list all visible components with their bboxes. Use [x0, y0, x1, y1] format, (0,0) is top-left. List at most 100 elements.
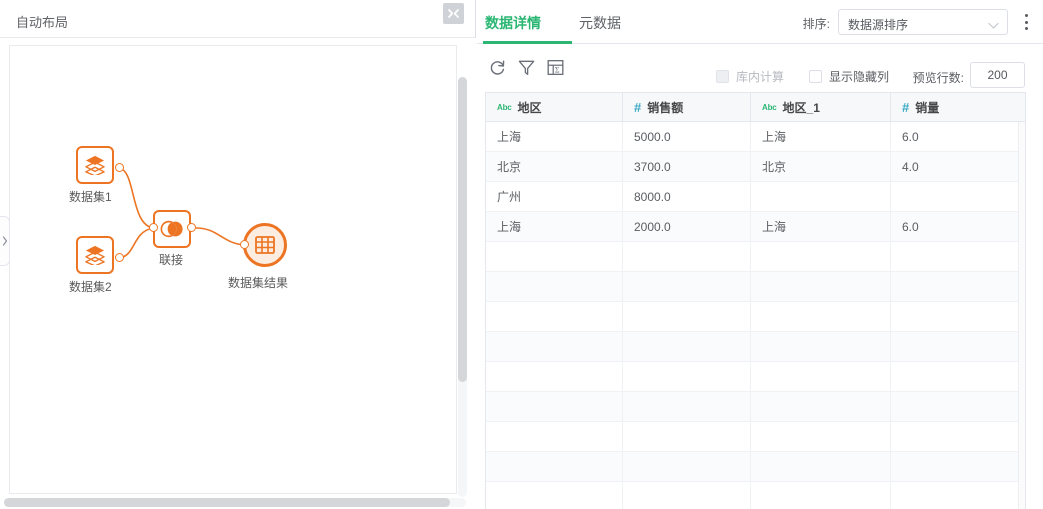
tab-metadata[interactable]: 元数据 — [579, 13, 621, 33]
collapse-inward-icon[interactable] — [443, 3, 464, 24]
checkbox-box[interactable] — [716, 70, 729, 83]
table-row[interactable] — [486, 482, 1025, 509]
table-cell[interactable] — [751, 302, 891, 331]
data-grid-body[interactable]: 上海5000.0上海6.0北京3700.0北京4.0广州8000.0上海2000… — [486, 122, 1025, 509]
refresh-icon[interactable] — [488, 58, 508, 78]
table-row[interactable]: 上海5000.0上海6.0 — [486, 122, 1025, 152]
table-cell[interactable] — [486, 272, 623, 301]
table-cell[interactable] — [486, 482, 623, 509]
table-row[interactable] — [486, 272, 1025, 302]
column-header-quantity[interactable]: # 销量 — [891, 93, 1025, 121]
left-sidebar-expand-handle[interactable] — [0, 216, 10, 266]
table-cell[interactable] — [486, 332, 623, 361]
table-cell[interactable] — [891, 182, 1025, 211]
preview-rows-input[interactable]: 200 — [970, 62, 1025, 88]
checkbox-show-hidden-columns[interactable]: 显示隐藏列 — [809, 68, 889, 85]
table-cell[interactable] — [486, 452, 623, 481]
graph-canvas[interactable]: 数据集1 数据集2 — [0, 38, 476, 509]
canvas-vertical-scrollbar[interactable] — [458, 77, 467, 497]
graph-port-join-in[interactable] — [149, 223, 158, 232]
table-cell[interactable]: 6.0 — [891, 122, 1025, 151]
table-cell[interactable]: 2000.0 — [623, 212, 751, 241]
graph-port-dataset1-out[interactable] — [115, 163, 124, 172]
table-row[interactable] — [486, 392, 1025, 422]
canvas-horizontal-scrollbar[interactable] — [4, 498, 466, 507]
auto-layout-button[interactable]: 自动布局 — [16, 12, 68, 31]
table-cell[interactable] — [486, 242, 623, 271]
column-header-region[interactable]: Abc 地区 — [486, 93, 623, 121]
filter-icon[interactable] — [517, 58, 537, 78]
graph-node-join[interactable] — [153, 210, 191, 248]
table-cell[interactable]: 8000.0 — [623, 182, 751, 211]
table-cell[interactable] — [751, 182, 891, 211]
table-cell[interactable]: 3700.0 — [623, 152, 751, 181]
table-cell[interactable]: 上海 — [751, 122, 891, 151]
table-cell[interactable]: 上海 — [486, 122, 623, 151]
graph-board[interactable]: 数据集1 数据集2 — [9, 45, 457, 494]
table-row[interactable] — [486, 452, 1025, 482]
more-vertical-icon[interactable] — [1018, 12, 1034, 32]
table-row[interactable]: 广州8000.0 — [486, 182, 1025, 212]
table-row[interactable] — [486, 362, 1025, 392]
table-cell[interactable] — [623, 362, 751, 391]
table-cell[interactable]: 北京 — [486, 152, 623, 181]
table-row[interactable] — [486, 302, 1025, 332]
table-cell[interactable] — [751, 332, 891, 361]
table-cell[interactable] — [623, 482, 751, 509]
table-cell[interactable] — [623, 242, 751, 271]
data-grid-vertical-scrollbar[interactable] — [1018, 122, 1025, 509]
graph-node-dataset2[interactable] — [76, 236, 114, 274]
table-row[interactable]: 北京3700.0北京4.0 — [486, 152, 1025, 182]
table-row[interactable] — [486, 332, 1025, 362]
table-cell[interactable] — [891, 392, 1025, 421]
table-cell[interactable] — [623, 302, 751, 331]
sort-select[interactable]: 数据源排序 — [838, 9, 1008, 35]
table-cell[interactable] — [751, 482, 891, 509]
canvas-vertical-scrollbar-thumb[interactable] — [458, 77, 467, 382]
table-cell[interactable] — [623, 272, 751, 301]
table-cell[interactable] — [623, 332, 751, 361]
table-cell[interactable] — [891, 362, 1025, 391]
table-cell[interactable] — [891, 272, 1025, 301]
graph-node-dataset1[interactable] — [76, 146, 114, 184]
table-cell[interactable] — [623, 422, 751, 451]
table-row[interactable] — [486, 242, 1025, 272]
table-cell[interactable] — [623, 392, 751, 421]
table-cell[interactable]: 上海 — [486, 212, 623, 241]
table-cell[interactable] — [486, 392, 623, 421]
column-header-sales[interactable]: # 销售额 — [623, 93, 751, 121]
table-cell[interactable]: 5000.0 — [623, 122, 751, 151]
table-cell[interactable] — [891, 242, 1025, 271]
table-cell[interactable] — [751, 362, 891, 391]
canvas-horizontal-scrollbar-thumb[interactable] — [4, 498, 450, 507]
table-cell[interactable]: 上海 — [751, 212, 891, 241]
data-grid[interactable]: Abc 地区 # 销售额 Abc 地区_1 # 销量 上海5000.0上海6.0… — [485, 92, 1026, 509]
table-cell[interactable] — [486, 422, 623, 451]
table-cell[interactable] — [751, 422, 891, 451]
table-cell[interactable] — [623, 452, 751, 481]
table-cell[interactable] — [891, 422, 1025, 451]
checkbox-in-db-calculation[interactable]: 库内计算 — [716, 68, 784, 85]
tab-data-details[interactable]: 数据详情 — [485, 13, 541, 33]
table-row[interactable]: 上海2000.0上海6.0 — [486, 212, 1025, 242]
table-cell[interactable]: 4.0 — [891, 152, 1025, 181]
table-cell[interactable] — [751, 272, 891, 301]
table-cell[interactable]: 广州 — [486, 182, 623, 211]
table-cell[interactable] — [891, 482, 1025, 509]
graph-port-join-out[interactable] — [187, 223, 196, 232]
table-cell[interactable] — [486, 302, 623, 331]
table-cell[interactable] — [751, 242, 891, 271]
table-row[interactable] — [486, 422, 1025, 452]
checkbox-box[interactable] — [809, 70, 822, 83]
column-header-region-1[interactable]: Abc 地区_1 — [751, 93, 891, 121]
table-cell[interactable] — [751, 392, 891, 421]
graph-node-result[interactable] — [243, 223, 287, 267]
table-cell[interactable] — [891, 452, 1025, 481]
table-cell[interactable] — [891, 332, 1025, 361]
graph-port-dataset2-out[interactable] — [115, 253, 124, 262]
summary-sigma-icon[interactable]: Σ — [546, 58, 566, 78]
graph-port-result-in[interactable] — [240, 240, 249, 249]
table-cell[interactable] — [751, 452, 891, 481]
table-cell[interactable]: 6.0 — [891, 212, 1025, 241]
table-cell[interactable] — [891, 302, 1025, 331]
